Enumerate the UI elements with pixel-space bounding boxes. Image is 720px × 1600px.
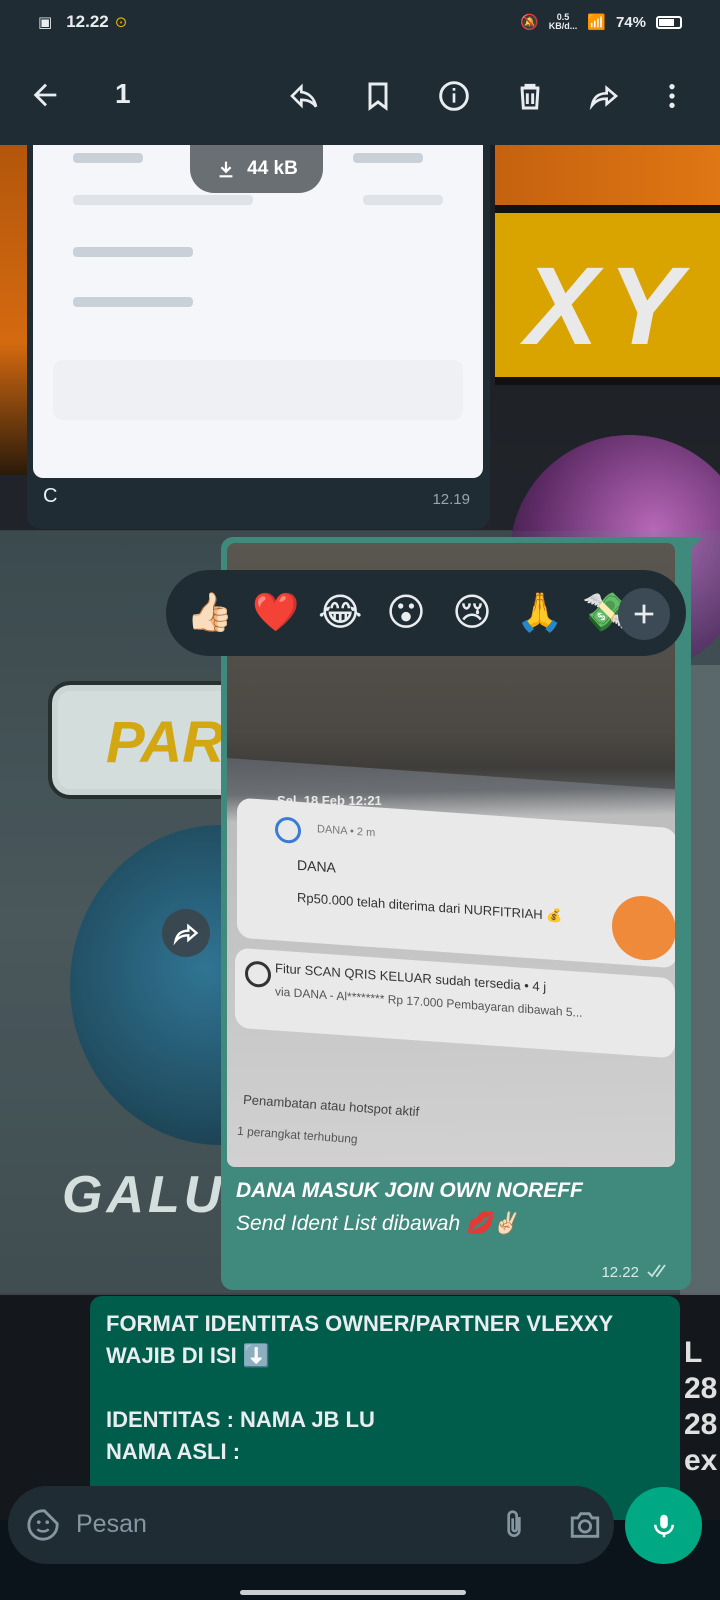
photo-notif-app: DANA • 2 m — [317, 823, 376, 840]
forward-shortcut-button[interactable] — [162, 909, 210, 957]
reaction-laugh[interactable]: 😂 — [318, 591, 362, 635]
gesture-nav-bar[interactable] — [240, 1590, 466, 1595]
sim-icon: ▣ — [38, 14, 53, 31]
delete-icon[interactable] — [514, 80, 546, 112]
message-line-1: DANA MASUK JOIN OWN NOREFF — [236, 1179, 583, 1202]
message-caption: C — [43, 485, 58, 507]
star-bookmark-icon[interactable] — [362, 80, 394, 112]
message-line-2: Send Ident List dibawah 💋✌🏻 — [236, 1212, 519, 1235]
more-reactions-button[interactable] — [618, 588, 670, 640]
reaction-thumbs-up[interactable]: 👍🏻 — [186, 591, 233, 635]
forward-icon — [173, 923, 199, 946]
mute-icon: 🔕 — [520, 14, 539, 31]
attach-icon[interactable] — [498, 1508, 530, 1542]
microphone-icon — [653, 1514, 674, 1537]
forward-icon[interactable] — [588, 80, 620, 112]
reply-icon[interactable] — [288, 80, 320, 112]
reaction-sad[interactable]: 😢 — [450, 591, 494, 635]
message-text: FORMAT IDENTITAS OWNER/PARTNER VLEXXY WA… — [106, 1311, 614, 1464]
message-time: 12.22 — [601, 1264, 639, 1281]
back-arrow-icon[interactable] — [28, 78, 62, 112]
image-thumbnail[interactable] — [33, 145, 483, 478]
selection-app-bar: 1 — [0, 44, 720, 145]
message-input[interactable]: Pesan — [76, 1510, 147, 1539]
reaction-picker: 👍🏻 ❤️ 😂 😮 😢 🙏 💸 — [166, 570, 686, 656]
voice-record-button[interactable] — [625, 1487, 702, 1564]
delivered-ticks-icon — [647, 1264, 666, 1278]
camera-icon[interactable] — [568, 1508, 602, 1542]
sticker-icon[interactable] — [26, 1508, 60, 1542]
message-composer: Pesan — [8, 1486, 614, 1564]
wifi-icon: 📶 — [587, 14, 606, 31]
reaction-pray[interactable]: 🙏 — [516, 591, 563, 635]
net-speed: 0.5 KB/d... — [548, 12, 578, 31]
selected-count: 1 — [115, 78, 131, 109]
info-icon[interactable] — [438, 80, 470, 112]
download-size: 44 kB — [247, 158, 298, 179]
notification-icon: ⊙ — [114, 14, 128, 31]
more-options-icon[interactable] — [656, 80, 688, 112]
plus-icon — [634, 604, 654, 624]
status-bar: ▣ 12.22 ⊙ 🔕 0.5 KB/d... 📶 74% — [0, 0, 720, 44]
photo-notif-body: Rp50.000 telah diterima dari NURFITRIAH … — [297, 889, 563, 924]
battery-percent: 74% — [615, 13, 646, 31]
message-time: 12.19 — [432, 491, 470, 508]
battery-icon — [656, 15, 682, 29]
download-button[interactable]: 44 kB — [190, 145, 323, 193]
reaction-surprised[interactable]: 😮 — [384, 591, 428, 635]
reaction-heart[interactable]: ❤️ — [252, 591, 299, 635]
image-message[interactable]: 44 kB C 12.19 — [27, 145, 490, 529]
status-time: 12.22 — [66, 12, 109, 31]
photo-notif-title: DANA — [297, 856, 336, 876]
download-icon — [219, 161, 233, 178]
